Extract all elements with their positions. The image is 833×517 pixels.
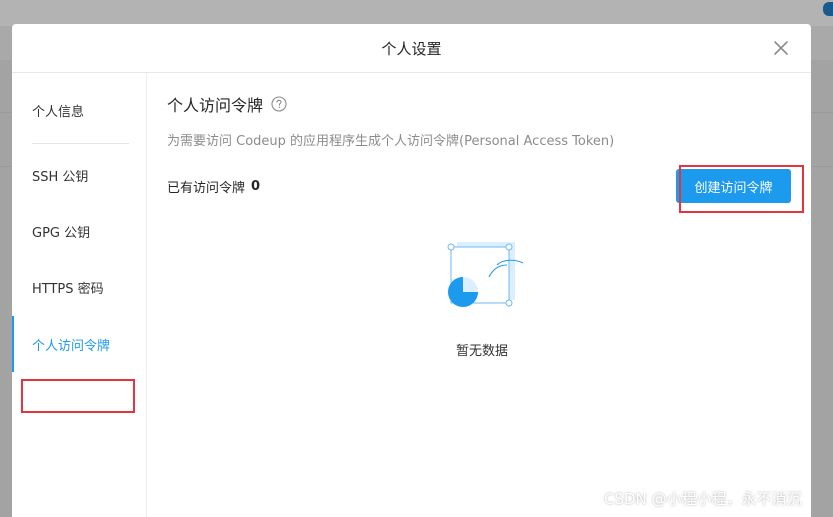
sidebar-item-label: 个人访问令牌 xyxy=(32,338,111,354)
background-divider xyxy=(811,166,833,167)
highlight-box-sidebar xyxy=(21,379,135,413)
token-count-value: 0 xyxy=(251,179,261,194)
background-panel-right xyxy=(811,60,833,517)
question-circle-icon[interactable] xyxy=(271,96,287,112)
background-topbar xyxy=(0,0,833,26)
close-icon[interactable] xyxy=(771,38,791,58)
watermark: CSDN @小程小程，永不消沉 xyxy=(604,490,802,508)
modal-header: 个人设置 xyxy=(12,24,811,73)
modal-title: 个人设置 xyxy=(381,39,442,58)
content-panel: 个人访问令牌 为需要访问 Codeup 的应用程序生成个人访问令牌(Person… xyxy=(167,73,804,517)
sidebar-item-profile[interactable]: 个人信息 xyxy=(12,90,146,130)
empty-state-text: 暂无数据 xyxy=(455,344,508,359)
highlight-box-button xyxy=(679,165,804,213)
sidebar-item-label: HTTPS 密码 xyxy=(32,281,104,297)
sidebar-item-ssh-key[interactable]: SSH 公钥 xyxy=(12,155,146,195)
background-divider xyxy=(0,166,12,167)
sidebar-item-https-password[interactable]: HTTPS 密码 xyxy=(12,267,146,307)
sidebar-item-access-token[interactable]: 个人访问令牌 xyxy=(12,316,146,372)
background-avatar xyxy=(823,2,833,16)
background-divider xyxy=(811,112,833,113)
settings-modal: 个人设置 个人信息 SSH 公钥 GPG 公钥 HTTPS 密码 个人访问令牌 … xyxy=(12,24,811,517)
section-title-text: 个人访问令牌 xyxy=(167,96,264,115)
sidebar-item-gpg-key[interactable]: GPG 公钥 xyxy=(12,211,146,251)
empty-illustration-icon xyxy=(437,235,527,315)
sidebar-divider xyxy=(32,143,129,144)
section-title: 个人访问令牌 xyxy=(167,92,287,116)
token-count-label: 已有访问令牌 xyxy=(167,181,246,196)
sidebar-item-label: GPG 公钥 xyxy=(32,225,91,241)
background-panel-left xyxy=(0,60,12,517)
section-description: 为需要访问 Codeup 的应用程序生成个人访问令牌(Personal Acce… xyxy=(167,134,615,149)
settings-sidebar: 个人信息 SSH 公钥 GPG 公钥 HTTPS 密码 个人访问令牌 xyxy=(12,73,147,517)
background-divider xyxy=(0,112,12,113)
token-count: 已有访问令牌 0 xyxy=(167,177,260,196)
sidebar-item-label: SSH 公钥 xyxy=(32,169,89,185)
sidebar-item-label: 个人信息 xyxy=(32,104,85,120)
